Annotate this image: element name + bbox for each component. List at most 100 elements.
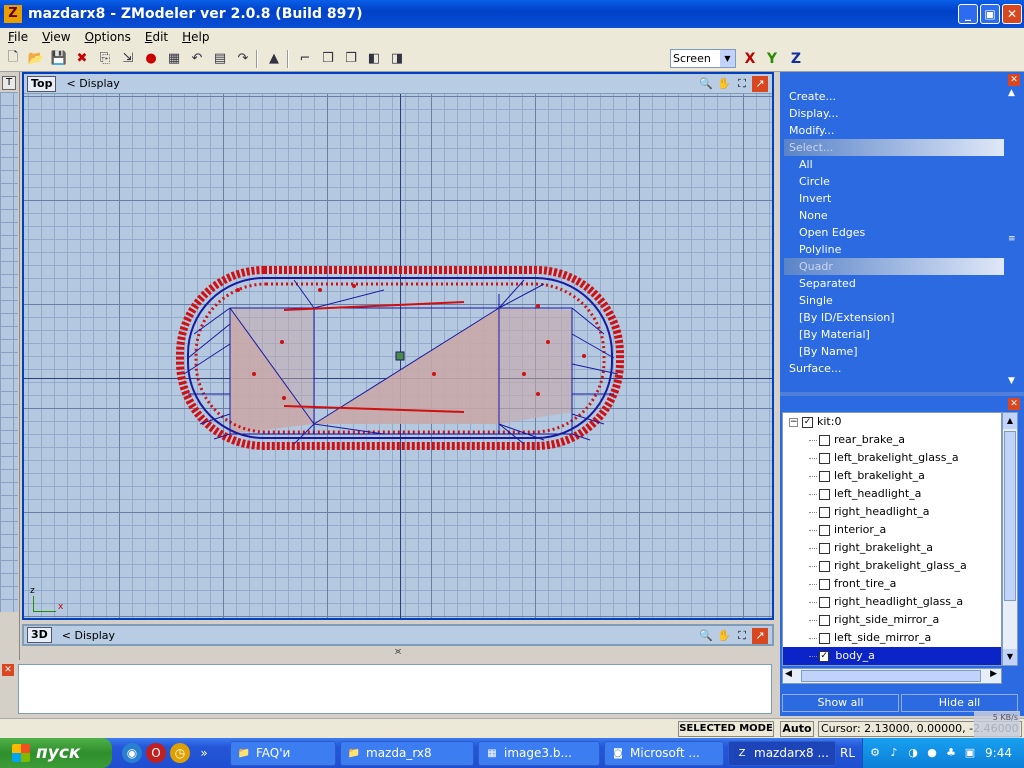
tray-shield-icon[interactable]: ◑ <box>906 746 920 760</box>
maximize-button[interactable]: ▣ <box>980 4 1000 24</box>
menu-file[interactable]: File <box>8 30 28 44</box>
tray-volume-icon[interactable]: ♪ <box>887 746 901 760</box>
left-viewport-grid[interactable] <box>0 92 18 612</box>
open-folder-icon[interactable]: 📂 <box>26 49 46 69</box>
taskbar-button[interactable]: Zmazdarx8 ... <box>728 741 836 766</box>
redo-icon[interactable]: ↷ <box>233 49 253 69</box>
command-item[interactable]: Select... <box>784 139 1004 156</box>
cube-red-icon[interactable]: ◨ <box>387 49 407 69</box>
maximize-viewport-icon[interactable]: ⛶ <box>734 76 750 92</box>
tree-item[interactable]: left_brakelight_glass_a <box>783 449 1001 467</box>
pan-hand-icon[interactable]: ✋ <box>716 628 732 644</box>
browser-icon[interactable]: ◉ <box>122 743 142 763</box>
tree-item-checkbox[interactable] <box>819 542 830 554</box>
close-button[interactable]: ✕ <box>1002 4 1022 24</box>
close-viewport-icon[interactable]: ↗ <box>752 628 768 644</box>
export-icon[interactable]: ⇲ <box>118 49 138 69</box>
viewport-splitter-handle[interactable]: ⪤ <box>22 646 774 658</box>
cube-solid-icon[interactable]: ◧ <box>364 49 384 69</box>
tray-network-icon[interactable]: ⚙ <box>868 746 882 760</box>
view-3d-button[interactable]: 3D <box>27 627 52 643</box>
tree-item[interactable]: right_headlight_glass_a <box>783 593 1001 611</box>
tree-root[interactable]: − ✓ kit:0 <box>783 413 1001 431</box>
more-chevron-icon[interactable]: » <box>194 743 214 763</box>
left-view-tag[interactable]: T <box>2 76 16 90</box>
tree-item-checkbox[interactable] <box>819 452 830 464</box>
tree-item-checkbox[interactable] <box>819 488 830 500</box>
language-indicator[interactable]: RL <box>840 746 855 760</box>
tree-item-checkbox[interactable] <box>819 596 830 608</box>
app-icon[interactable]: Z <box>4 5 22 23</box>
command-item[interactable]: Circle <box>784 173 1004 190</box>
menu-options[interactable]: Options <box>85 30 131 44</box>
new-file-icon[interactable]: 🗋 <box>3 49 23 69</box>
screen-select[interactable]: Screen ▼ <box>670 49 736 68</box>
hide-all-button[interactable]: Hide all <box>901 694 1018 712</box>
tree-item[interactable]: left_side_mirror_a <box>783 629 1001 647</box>
tree-item-checkbox[interactable] <box>819 632 830 644</box>
chevron-down-icon[interactable]: ▼ <box>720 50 735 67</box>
close-viewport-icon[interactable]: ↗ <box>752 76 768 92</box>
tree-item[interactable]: right_brakelight_glass_a <box>783 557 1001 575</box>
pointer-icon[interactable]: ▲ <box>264 49 284 69</box>
maximize-viewport-icon[interactable]: ⛶ <box>734 628 750 644</box>
tray-globe-icon[interactable]: ● <box>925 746 939 760</box>
taskbar-button[interactable]: ▦ image3.b... <box>478 741 600 766</box>
tree-vertical-scrollbar[interactable]: ▲ ▼ <box>1002 412 1018 666</box>
menu-help[interactable]: Help <box>182 30 209 44</box>
start-button[interactable]: пуск <box>0 738 112 768</box>
axis-y-button[interactable]: Y <box>762 49 782 69</box>
log-output[interactable] <box>18 664 772 714</box>
command-item[interactable]: None <box>784 207 1004 224</box>
clock-app-icon[interactable]: ◷ <box>170 743 190 763</box>
undo-icon[interactable]: ↶ <box>187 49 207 69</box>
save-icon[interactable]: 💾 <box>49 49 69 69</box>
cube-icon[interactable]: ❒ <box>318 49 338 69</box>
tree-horizontal-scrollbar[interactable]: ◀ ▶ <box>782 668 1002 684</box>
close-hierarchy-icon[interactable]: ✕ <box>1008 398 1020 410</box>
command-item[interactable]: [By Name] <box>784 343 1004 360</box>
command-item[interactable]: [By Material] <box>784 326 1004 343</box>
tree-item-checkbox[interactable] <box>819 524 830 536</box>
tree-item[interactable]: left_brakelight_a <box>783 467 1001 485</box>
command-item[interactable]: Surface... <box>784 360 1004 377</box>
cube-wire-icon[interactable]: ❐ <box>341 49 361 69</box>
axis-z-button[interactable]: Z <box>786 49 806 69</box>
show-all-button[interactable]: Show all <box>782 694 899 712</box>
close-log-icon[interactable]: ✕ <box>2 664 14 676</box>
tree-item[interactable]: interior_a <box>783 521 1001 539</box>
scroll-down-icon[interactable]: ▼ <box>1003 649 1017 665</box>
zoom-icon[interactable]: 🔍 <box>698 628 714 644</box>
tree-item-checkbox[interactable] <box>819 506 830 518</box>
car-mesh-wireframe[interactable] <box>24 94 772 618</box>
select-mode-icon[interactable]: ⌐ <box>295 49 315 69</box>
menu-view[interactable]: View <box>42 30 70 44</box>
tree-item-checkbox[interactable]: ✓ <box>819 650 830 662</box>
tree-item-checkbox[interactable] <box>819 578 830 590</box>
tray-antivirus-icon[interactable]: ▣ <box>963 746 977 760</box>
menu-edit[interactable]: Edit <box>145 30 168 44</box>
tree-item[interactable]: left_headlight_a <box>783 485 1001 503</box>
display-menu-link[interactable]: < Display <box>66 77 119 90</box>
tree-item[interactable]: rear_brake_a <box>783 431 1001 449</box>
command-item[interactable]: Quadr <box>784 258 1004 275</box>
tree-item-checkbox[interactable] <box>819 614 830 626</box>
image-icon[interactable]: ▦ <box>164 49 184 69</box>
tree-item[interactable]: ✓ body_a <box>783 647 1001 665</box>
axis-x-button[interactable]: X <box>740 49 760 69</box>
delete-icon[interactable]: ✖ <box>72 49 92 69</box>
tree-item[interactable]: right_headlight_a <box>783 503 1001 521</box>
command-item[interactable]: Open Edges <box>784 224 1004 241</box>
command-item[interactable]: Create... <box>784 88 1004 105</box>
top-viewport-canvas[interactable]: z x <box>24 94 772 618</box>
taskbar-button[interactable]: 📁 mazda_rx8 <box>340 741 474 766</box>
command-item[interactable]: Invert <box>784 190 1004 207</box>
command-item[interactable]: All <box>784 156 1004 173</box>
import-icon[interactable]: ⎘ <box>95 49 115 69</box>
tree-item[interactable]: front_tire_a <box>783 575 1001 593</box>
tree-item[interactable]: right_side_mirror_a <box>783 611 1001 629</box>
tree-item-checkbox[interactable] <box>819 434 830 446</box>
scroll-thumb[interactable] <box>1004 431 1016 601</box>
taskbar-button[interactable]: 📁 FAQ'и <box>230 741 336 766</box>
tree-root-checkbox[interactable]: ✓ <box>802 416 813 428</box>
